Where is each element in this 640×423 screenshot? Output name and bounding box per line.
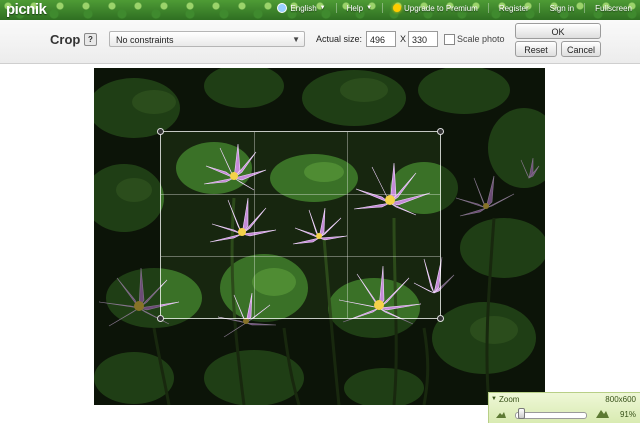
constraint-select[interactable]: No constraints ▼: [109, 31, 305, 47]
register-link[interactable]: Register: [499, 4, 529, 13]
picnik-logo[interactable]: picnik: [6, 1, 47, 18]
divider: [335, 3, 337, 13]
fullscreen-link[interactable]: Fullscreen: [595, 4, 632, 13]
zoom-slider[interactable]: [515, 412, 587, 419]
zoom-dimensions: 800x600: [605, 395, 636, 404]
language-menu[interactable]: English ▼: [277, 3, 326, 13]
cancel-button[interactable]: Cancel: [561, 41, 601, 57]
crop-grid-line: [346, 132, 348, 318]
language-label: English: [290, 3, 317, 13]
mountain-large-icon[interactable]: [595, 407, 610, 419]
zoom-panel: ▼ Zoom 800x600 91%: [488, 392, 640, 423]
sign-in-link[interactable]: Sign in: [550, 4, 574, 13]
top-bar: picnik English ▼ Help ▼ Upgrade to Premi…: [0, 0, 640, 20]
crop-handle-bottom-right[interactable]: [437, 315, 444, 322]
chevron-down-icon: ▼: [292, 35, 300, 44]
divider: [382, 3, 384, 13]
crop-title: Crop: [50, 32, 81, 47]
crop-handle-top-left[interactable]: [157, 128, 164, 135]
zoom-label: Zoom: [499, 395, 520, 404]
help-label: Help: [346, 3, 364, 13]
divider: [584, 3, 586, 13]
crop-grid-line: [161, 193, 440, 195]
height-input[interactable]: 330: [408, 31, 438, 47]
scale-photo-label: Scale photo: [457, 34, 505, 44]
ok-button[interactable]: OK: [515, 23, 601, 39]
chevron-down-icon: ▼: [319, 5, 326, 11]
chevron-down-icon: ▼: [366, 5, 373, 11]
crop-grid-line: [253, 132, 255, 318]
crop-selection[interactable]: [157, 128, 444, 322]
divider: [538, 3, 540, 13]
upgrade-label: Upgrade to Premium: [404, 3, 478, 13]
zoom-slider-thumb[interactable]: [517, 408, 525, 419]
width-input[interactable]: 496: [366, 31, 396, 47]
sun-icon: [393, 4, 402, 12]
globe-icon: [277, 3, 288, 13]
x-label: X: [400, 34, 407, 44]
chevron-down-icon[interactable]: ▼: [491, 396, 497, 402]
zoom-percent: 91%: [619, 410, 636, 419]
reset-button[interactable]: Reset: [515, 41, 557, 57]
crop-handle-bottom-left[interactable]: [157, 315, 164, 322]
mountain-small-icon[interactable]: [495, 409, 507, 419]
upgrade-link[interactable]: Upgrade to Premium: [393, 4, 478, 13]
actual-size-label: Actual size:: [316, 34, 363, 44]
scale-photo-checkbox[interactable]: [444, 34, 455, 45]
crop-grid-line: [161, 255, 440, 257]
help-icon[interactable]: ?: [84, 33, 97, 46]
crop-toolbar: Crop ? No constraints ▼ Actual size: 496…: [0, 20, 640, 64]
top-nav: English ▼ Help ▼ Upgrade to Premium Regi…: [277, 3, 632, 13]
divider: [487, 3, 489, 13]
help-menu[interactable]: Help ▼: [347, 4, 372, 13]
crop-handle-top-right[interactable]: [437, 128, 444, 135]
constraint-value: No constraints: [116, 35, 174, 45]
